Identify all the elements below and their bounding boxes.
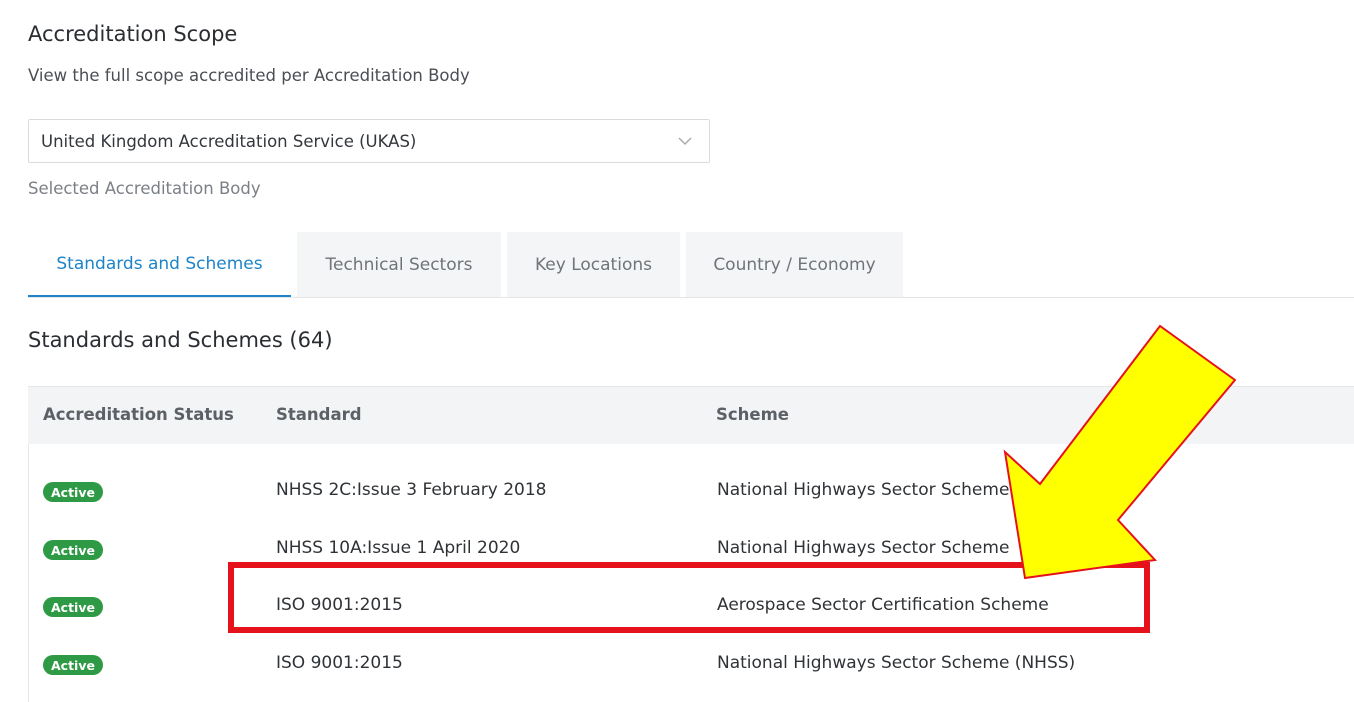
table-header: Accreditation Status Standard Scheme [28, 386, 1354, 444]
standard-cell: NHSS 10A:Issue 1 April 2020 [276, 538, 521, 558]
scheme-cell: National Highways Sector Scheme [717, 480, 1010, 500]
tabs-divider [28, 297, 1354, 298]
accreditation-body-select-value: United Kingdom Accreditation Service (UK… [41, 131, 417, 151]
status-badge: Active [43, 540, 103, 560]
table-row[interactable]: Active NHSS 10A:Issue 1 April 2020 Natio… [28, 530, 1354, 570]
section-title: Standards and Schemes (64) [28, 328, 333, 352]
standard-cell: NHSS 2C:Issue 3 February 2018 [276, 480, 547, 500]
column-header-standard[interactable]: Standard [276, 405, 362, 424]
chevron-down-icon [678, 137, 692, 146]
status-badge: Active [43, 655, 103, 675]
tab-key-locations[interactable]: Key Locations [507, 232, 680, 298]
column-header-accreditation-status[interactable]: Accreditation Status [43, 405, 234, 424]
scheme-cell: National Highways Sector Scheme [717, 538, 1010, 558]
tab-technical-sectors[interactable]: Technical Sectors [297, 232, 501, 298]
accreditation-body-select[interactable]: United Kingdom Accreditation Service (UK… [28, 119, 710, 163]
standard-cell: ISO 9001:2015 [276, 595, 403, 615]
page-subtitle: View the full scope accredited per Accre… [28, 66, 470, 85]
accreditation-body-help-text: Selected Accreditation Body [28, 179, 261, 198]
standard-cell: ISO 9001:2015 [276, 653, 403, 673]
status-badge: Active [43, 597, 103, 617]
tab-country-economy[interactable]: Country / Economy [686, 232, 903, 298]
scheme-cell: Aerospace Sector Certification Scheme [717, 595, 1049, 615]
table-row[interactable]: Active ISO 9001:2015 National Highways S… [28, 645, 1354, 685]
status-badge: Active [43, 482, 103, 502]
tab-standards-and-schemes[interactable]: Standards and Schemes [28, 232, 291, 298]
table-row[interactable]: Active ISO 9001:2015 Aerospace Sector Ce… [28, 587, 1354, 627]
scope-tabs: Standards and Schemes Technical Sectors … [28, 232, 909, 298]
column-header-scheme[interactable]: Scheme [716, 405, 789, 424]
scheme-cell: National Highways Sector Scheme (NHSS) [717, 653, 1076, 673]
page-title: Accreditation Scope [28, 22, 238, 46]
table-row[interactable]: Active NHSS 2C:Issue 3 February 2018 Nat… [28, 472, 1354, 512]
